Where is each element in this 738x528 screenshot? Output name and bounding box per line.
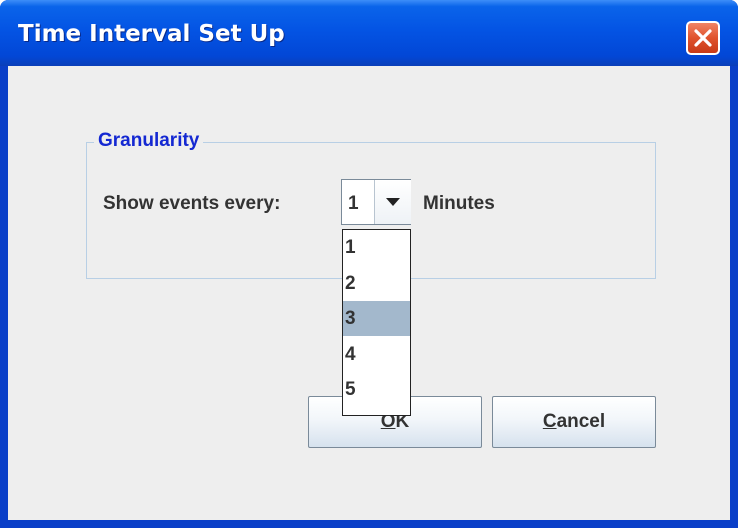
close-icon	[694, 29, 712, 47]
interval-combo[interactable]: 1	[341, 179, 411, 225]
minutes-label: Minutes	[423, 193, 495, 214]
dialog-content: Granularity Show events every: 1 Minutes…	[8, 66, 730, 520]
dropdown-option-3[interactable]: 3	[343, 301, 410, 336]
cancel-button[interactable]: Cancel	[492, 396, 656, 448]
window-title: Time Interval Set Up	[18, 21, 285, 47]
title-bar[interactable]: Time Interval Set Up	[0, 0, 738, 66]
chevron-down-icon	[386, 198, 400, 206]
dropdown-option-2[interactable]: 2	[343, 266, 410, 301]
dropdown-option-4[interactable]: 4	[343, 337, 410, 372]
cancel-label-rest: ancel	[556, 411, 606, 432]
combo-arrow-button[interactable]	[374, 180, 411, 224]
show-events-label: Show events every:	[103, 193, 281, 214]
close-button[interactable]	[686, 21, 720, 55]
dialog-window: Time Interval Set Up Granularity Show ev…	[0, 0, 738, 528]
cancel-mnemonic: C	[542, 411, 557, 432]
group-title: Granularity	[94, 130, 204, 152]
interval-dropdown-list[interactable]: 1 2 3 4 5	[342, 229, 411, 416]
dropdown-option-5[interactable]: 5	[343, 372, 410, 407]
dropdown-option-1[interactable]: 1	[343, 230, 410, 265]
combo-selected-value: 1	[348, 193, 359, 214]
